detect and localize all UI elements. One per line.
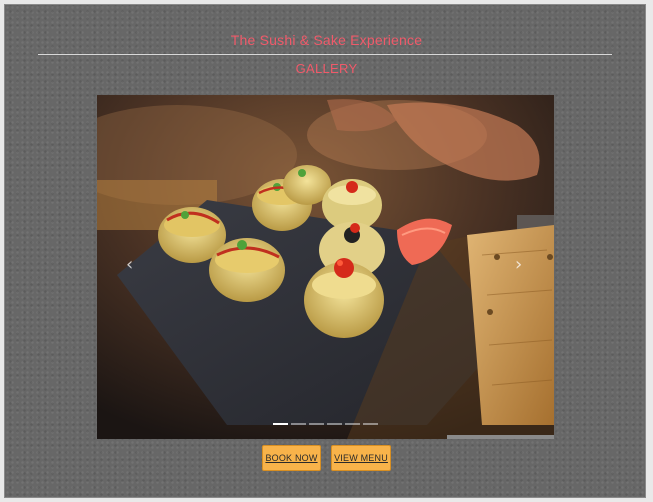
section-heading: GALLERY bbox=[295, 61, 358, 76]
chevron-left-icon[interactable]: ‹ bbox=[126, 254, 133, 275]
carousel-indicator[interactable] bbox=[363, 423, 378, 425]
chevron-right-icon[interactable]: › bbox=[515, 254, 522, 275]
site-title: The Sushi & Sake Experience bbox=[230, 32, 423, 48]
carousel-indicator[interactable] bbox=[291, 423, 306, 425]
carousel-indicator[interactable] bbox=[309, 423, 324, 425]
view-menu-button[interactable]: VIEW MENU bbox=[331, 445, 391, 471]
carousel-indicator[interactable] bbox=[345, 423, 360, 425]
book-now-button[interactable]: BOOK NOW bbox=[262, 445, 321, 471]
carousel-indicator[interactable] bbox=[327, 423, 342, 425]
carousel-indicators bbox=[273, 423, 378, 425]
title-divider bbox=[38, 54, 612, 55]
gallery-photo bbox=[97, 95, 554, 439]
carousel-indicator[interactable] bbox=[273, 423, 288, 425]
gallery-carousel[interactable] bbox=[97, 95, 554, 439]
